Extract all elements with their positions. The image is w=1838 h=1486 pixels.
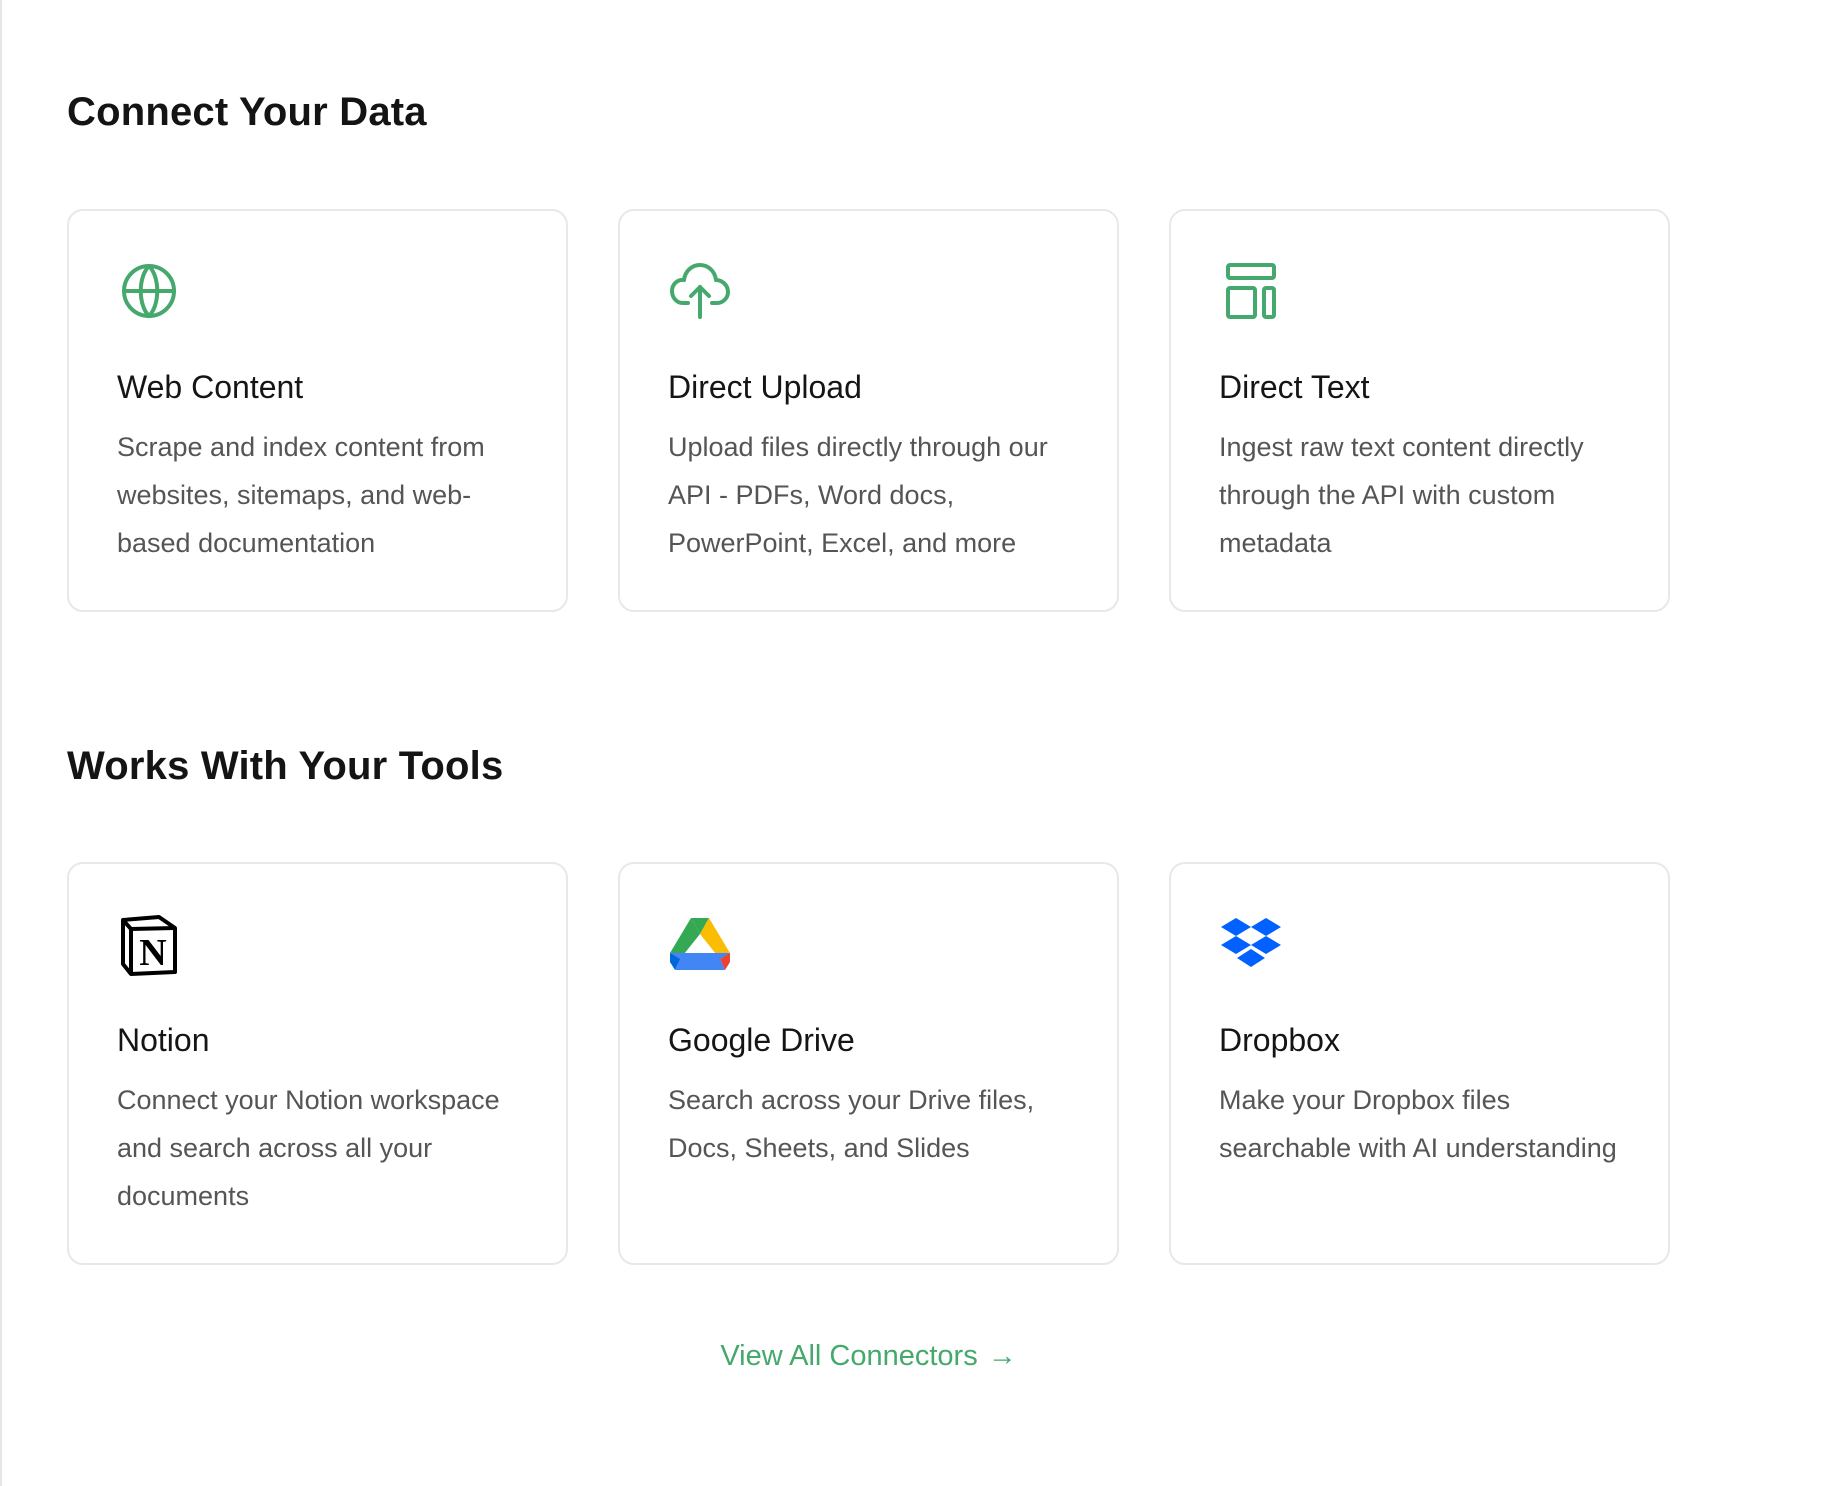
google-drive-logo-icon: [668, 912, 732, 976]
section-title-works-with-your-tools: Works With Your Tools: [67, 744, 504, 788]
card-description: Make your Dropbox files searchable with …: [1219, 1085, 1617, 1163]
dropbox-logo-icon: [1219, 912, 1283, 976]
card-dropbox[interactable]: Dropbox Make your Dropbox files searchab…: [1169, 862, 1670, 1265]
card-title: Notion: [117, 1022, 210, 1058]
card-description: Upload files directly through our API - …: [668, 432, 1048, 558]
card-web-content[interactable]: Web Content Scrape and index content fro…: [67, 209, 568, 612]
section-title-connect-your-data: Connect Your Data: [67, 90, 427, 134]
view-all-connectors-link[interactable]: View All Connectors: [720, 1340, 977, 1372]
card-title: Web Content: [117, 369, 304, 405]
arrow-right-icon[interactable]: →: [988, 1340, 1017, 1372]
card-title: Dropbox: [1219, 1022, 1340, 1058]
card-title: Direct Text: [1219, 369, 1370, 405]
card-notion[interactable]: N Notion Connect your Notion workspace a…: [67, 862, 568, 1265]
tools-card-grid: N Notion Connect your Notion workspace a…: [67, 862, 1670, 1265]
cloud-upload-icon: [668, 259, 732, 323]
view-all-connectors-link-container: View All Connectors →: [67, 1340, 1670, 1373]
card-direct-upload[interactable]: Direct Upload Upload files directly thro…: [618, 209, 1119, 612]
card-description: Ingest raw text content directly through…: [1219, 432, 1584, 558]
svg-text:N: N: [139, 932, 166, 974]
globe-icon: [117, 259, 181, 323]
layout-panels-icon: [1219, 259, 1283, 323]
card-title: Google Drive: [668, 1022, 855, 1058]
card-title: Direct Upload: [668, 369, 862, 405]
card-description: Scrape and index content from websites, …: [117, 432, 485, 558]
notion-logo-icon: N: [117, 912, 181, 976]
card-direct-text[interactable]: Direct Text Ingest raw text content dire…: [1169, 209, 1670, 612]
left-border: [0, 0, 2, 1486]
card-description: Connect your Notion workspace and search…: [117, 1085, 500, 1211]
card-google-drive[interactable]: Google Drive Search across your Drive fi…: [618, 862, 1119, 1265]
card-description: Search across your Drive files, Docs, Sh…: [668, 1085, 1035, 1163]
connect-data-card-grid: Web Content Scrape and index content fro…: [67, 209, 1670, 612]
